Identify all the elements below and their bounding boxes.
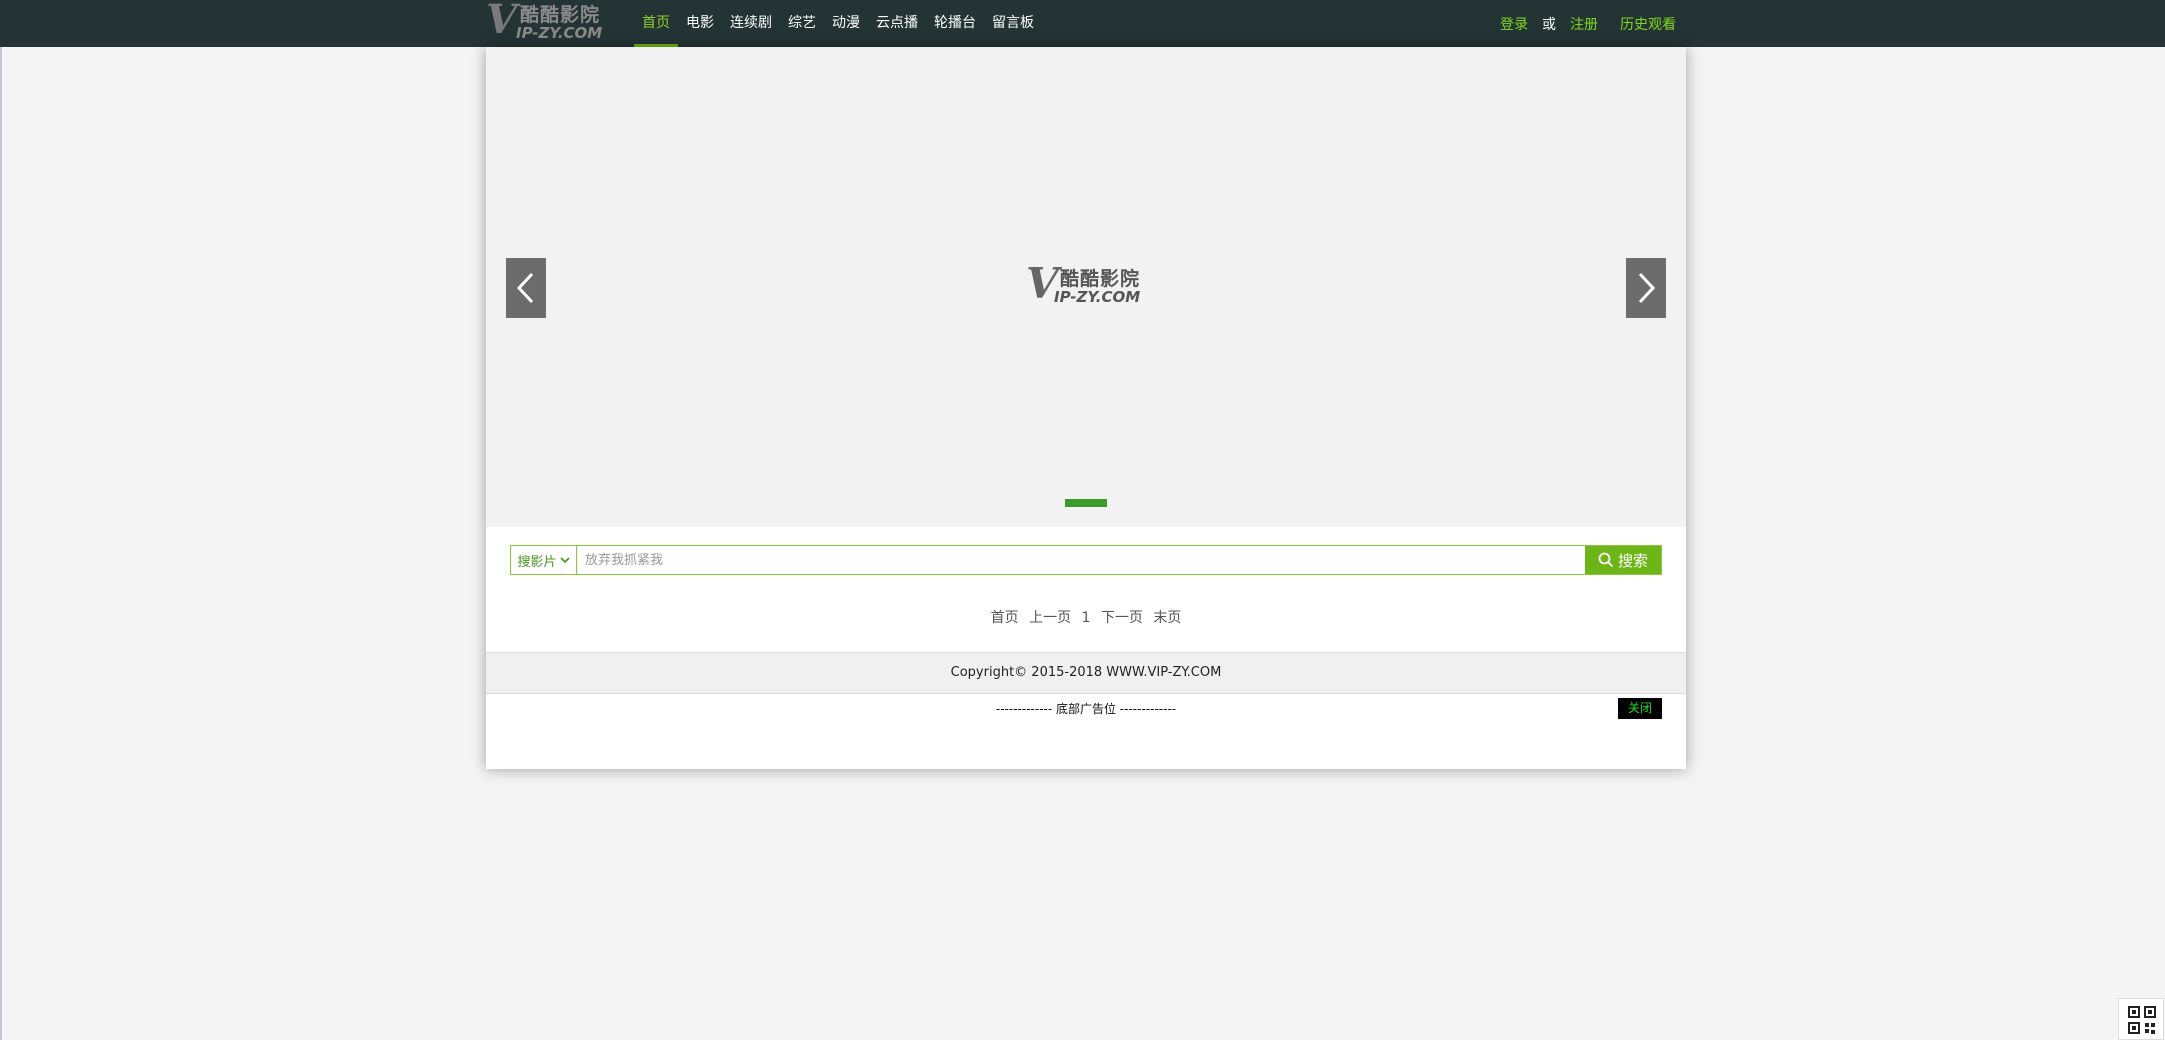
logo-domain: IP-ZY.COM <box>516 24 603 42</box>
history-link[interactable]: 历史观看 <box>1620 14 1676 34</box>
close-ad-button[interactable]: 关闭 <box>1618 698 1662 719</box>
chevron-down-icon <box>559 557 570 564</box>
qr-code-icon <box>2128 1006 2156 1034</box>
page-last[interactable]: 末页 <box>1153 610 1181 626</box>
nav-item-guestbook[interactable]: 留言板 <box>984 0 1042 47</box>
logo-chinese-name: 酷酷影院 <box>520 4 601 26</box>
pagination: 首页 上一页 1 下一页 末页 <box>486 607 1686 627</box>
or-separator: 或 <box>1542 16 1556 33</box>
search-icon <box>1598 552 1614 568</box>
navbar-container: V 酷酷影院 IP-ZY.COM 首页 电影 连续剧 综艺 动漫 云点播 轮播台… <box>486 0 1686 47</box>
window-left-edge <box>0 0 2 1040</box>
banner-logo-domain: IP-ZY.COM <box>1054 288 1141 306</box>
site-logo[interactable]: V 酷酷影院 IP-ZY.COM <box>486 0 612 43</box>
copyright-bar: Copyright© 2015-2018 WWW.VIP-ZY.COM <box>486 652 1686 694</box>
main-nav: 首页 电影 连续剧 综艺 动漫 云点播 轮播台 留言板 <box>634 0 1042 47</box>
search-type-select[interactable]: 搜影片 <box>511 546 577 574</box>
carousel-next-button[interactable] <box>1626 258 1666 318</box>
search-button-label: 搜索 <box>1617 551 1648 570</box>
chevron-left-icon <box>516 272 534 304</box>
bottom-ad-placeholder: ------------- 底部广告位 ------------- <box>995 702 1177 716</box>
search-bar: 搜影片 搜索 <box>510 545 1662 575</box>
page-prev[interactable]: 上一页 <box>1029 610 1071 626</box>
search-button[interactable]: 搜索 <box>1585 546 1661 574</box>
nav-item-carousel[interactable]: 轮播台 <box>926 0 984 47</box>
login-link[interactable]: 登录 <box>1500 14 1528 34</box>
search-input[interactable] <box>577 546 1585 574</box>
page-first[interactable]: 首页 <box>991 610 1019 626</box>
page-next[interactable]: 下一页 <box>1101 610 1143 626</box>
qr-code-button[interactable] <box>2118 998 2164 1040</box>
nav-item-series[interactable]: 连续剧 <box>722 0 780 47</box>
nav-item-variety[interactable]: 综艺 <box>780 0 824 47</box>
top-navbar: V 酷酷影院 IP-ZY.COM 首页 电影 连续剧 综艺 动漫 云点播 轮播台… <box>0 0 2165 47</box>
page-current: 1 <box>1081 610 1091 626</box>
banner-carousel[interactable]: V 酷酷影院 IP-ZY.COM <box>486 47 1686 527</box>
carousel-prev-button[interactable] <box>506 258 546 318</box>
logo-letter: V <box>486 0 518 43</box>
nav-item-anime[interactable]: 动漫 <box>824 0 868 47</box>
register-link[interactable]: 注册 <box>1570 14 1598 34</box>
chevron-right-icon <box>1638 272 1656 304</box>
nav-item-home[interactable]: 首页 <box>634 0 678 47</box>
search-type-label: 搜影片 <box>517 554 557 570</box>
banner-logo-chinese-name: 酷酷影院 <box>1060 268 1141 290</box>
nav-item-movies[interactable]: 电影 <box>678 0 722 47</box>
main-container: V 酷酷影院 IP-ZY.COM 搜影片 搜索 首页 上一页 <box>486 47 1686 769</box>
banner-logo: V 酷酷影院 IP-ZY.COM <box>1026 263 1156 309</box>
carousel-indicator-dot[interactable] <box>1065 499 1107 507</box>
nav-item-cloud-play[interactable]: 云点播 <box>868 0 926 47</box>
user-links: 登录 或 注册 历史观看 <box>1500 0 1676 47</box>
